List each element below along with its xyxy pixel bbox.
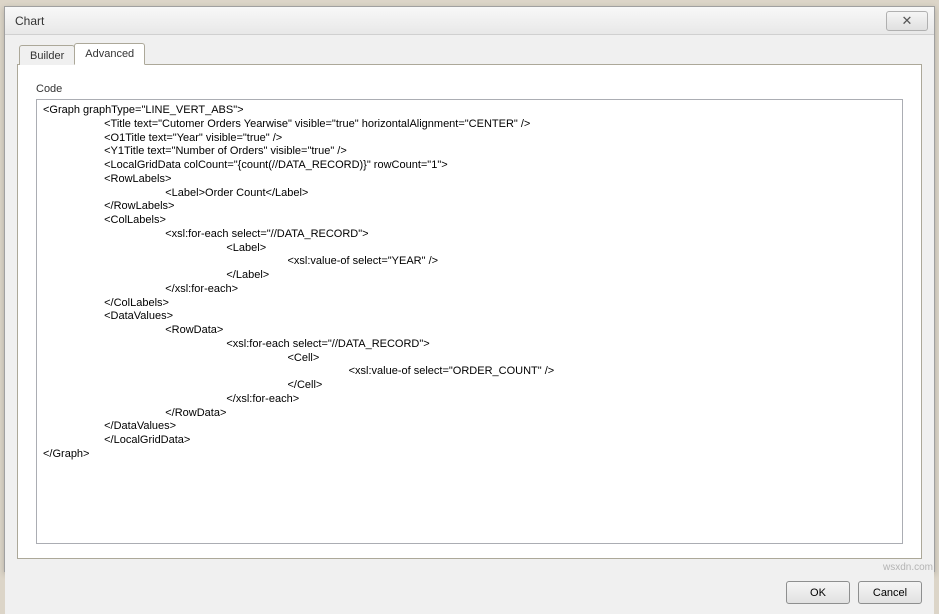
cancel-button[interactable]: Cancel (858, 581, 922, 604)
close-icon: ✕ (902, 13, 913, 29)
ok-button[interactable]: OK (786, 581, 850, 604)
cancel-button-label: Cancel (873, 587, 907, 599)
advanced-panel: Code <Graph graphType="LINE_VERT_ABS"> <… (17, 64, 922, 559)
dialog-title: Chart (15, 14, 44, 28)
button-bar: OK Cancel (5, 571, 934, 614)
code-textarea[interactable]: <Graph graphType="LINE_VERT_ABS"> <Title… (36, 99, 903, 544)
tab-advanced[interactable]: Advanced (74, 43, 145, 65)
tab-advanced-label: Advanced (85, 48, 134, 60)
code-label: Code (36, 83, 903, 95)
dialog-body: Builder Advanced Code <Graph graphType="… (5, 35, 934, 571)
tabs: Builder Advanced (19, 43, 922, 65)
chart-dialog: Chart ✕ Builder Advanced Code <Graph gra… (4, 6, 935, 572)
titlebar: Chart ✕ (5, 7, 934, 35)
tab-builder-label: Builder (30, 50, 64, 62)
close-button[interactable]: ✕ (886, 11, 928, 31)
ok-button-label: OK (810, 587, 826, 599)
code-content: <Graph graphType="LINE_VERT_ABS"> <Title… (43, 104, 554, 460)
tab-builder[interactable]: Builder (19, 45, 75, 65)
